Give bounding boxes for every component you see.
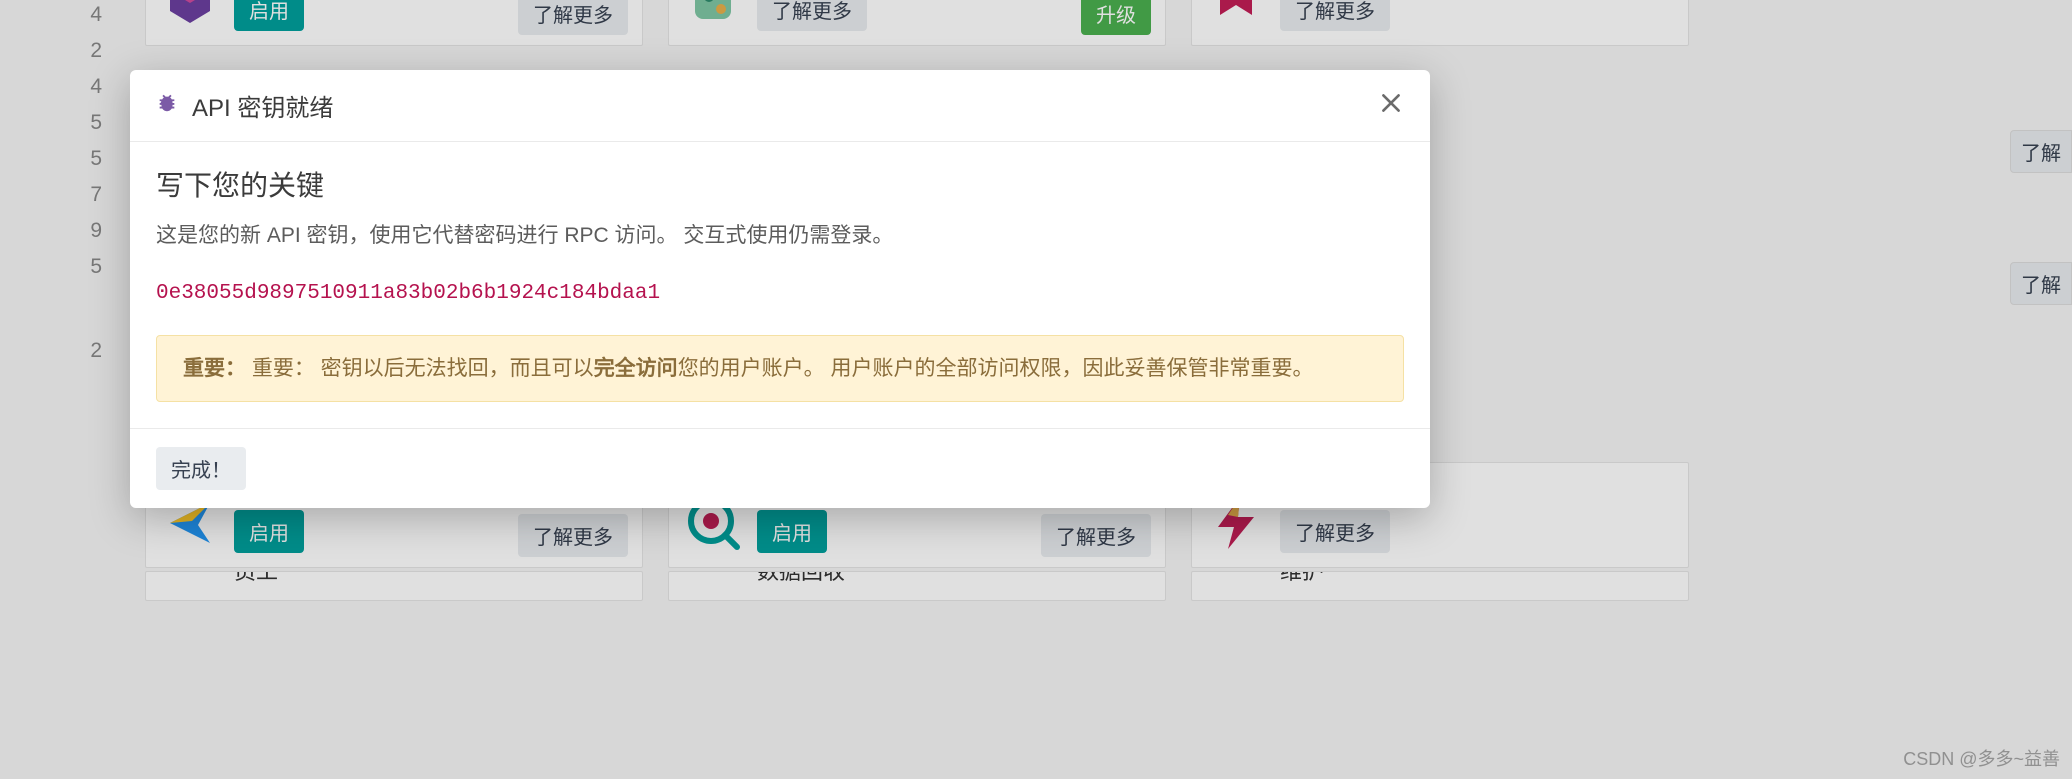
modal-footer: 完成！ (130, 428, 1430, 508)
important-alert: 重要： 重要： 密钥以后无法找回，而且可以完全访问您的用户账户。 用户账户的全部… (156, 335, 1404, 402)
modal-description: 这是您的新 API 密钥，使用它代替密码进行 RPC 访问。 交互式使用仍需登录… (156, 220, 1404, 252)
alert-bold: 完全访问 (594, 357, 678, 380)
alert-text: 重要： 密钥以后无法找回，而且可以 (252, 357, 594, 380)
api-key-value: 0e38055d9897510911a83b02b6b1924c184bdaa1 (156, 282, 1404, 305)
modal-title: API 密钥就绪 (192, 88, 1378, 123)
modal-body: 写下您的关键 这是您的新 API 密钥，使用它代替密码进行 RPC 访问。 交互… (130, 142, 1430, 428)
close-button[interactable] (1378, 90, 1404, 121)
api-key-modal: API 密钥就绪 写下您的关键 这是您的新 API 密钥，使用它代替密码进行 R… (130, 70, 1430, 508)
bug-icon (156, 92, 178, 119)
alert-label: 重要： (183, 357, 246, 380)
alert-text: 您的用户账户。 用户账户的全部访问权限，因此妥善保管非常重要。 (678, 357, 1314, 380)
modal-heading: 写下您的关键 (156, 164, 1404, 204)
modal-header: API 密钥就绪 (130, 70, 1430, 142)
watermark: CSDN @多多~益善 (1903, 745, 2060, 771)
done-button[interactable]: 完成！ (156, 447, 246, 490)
